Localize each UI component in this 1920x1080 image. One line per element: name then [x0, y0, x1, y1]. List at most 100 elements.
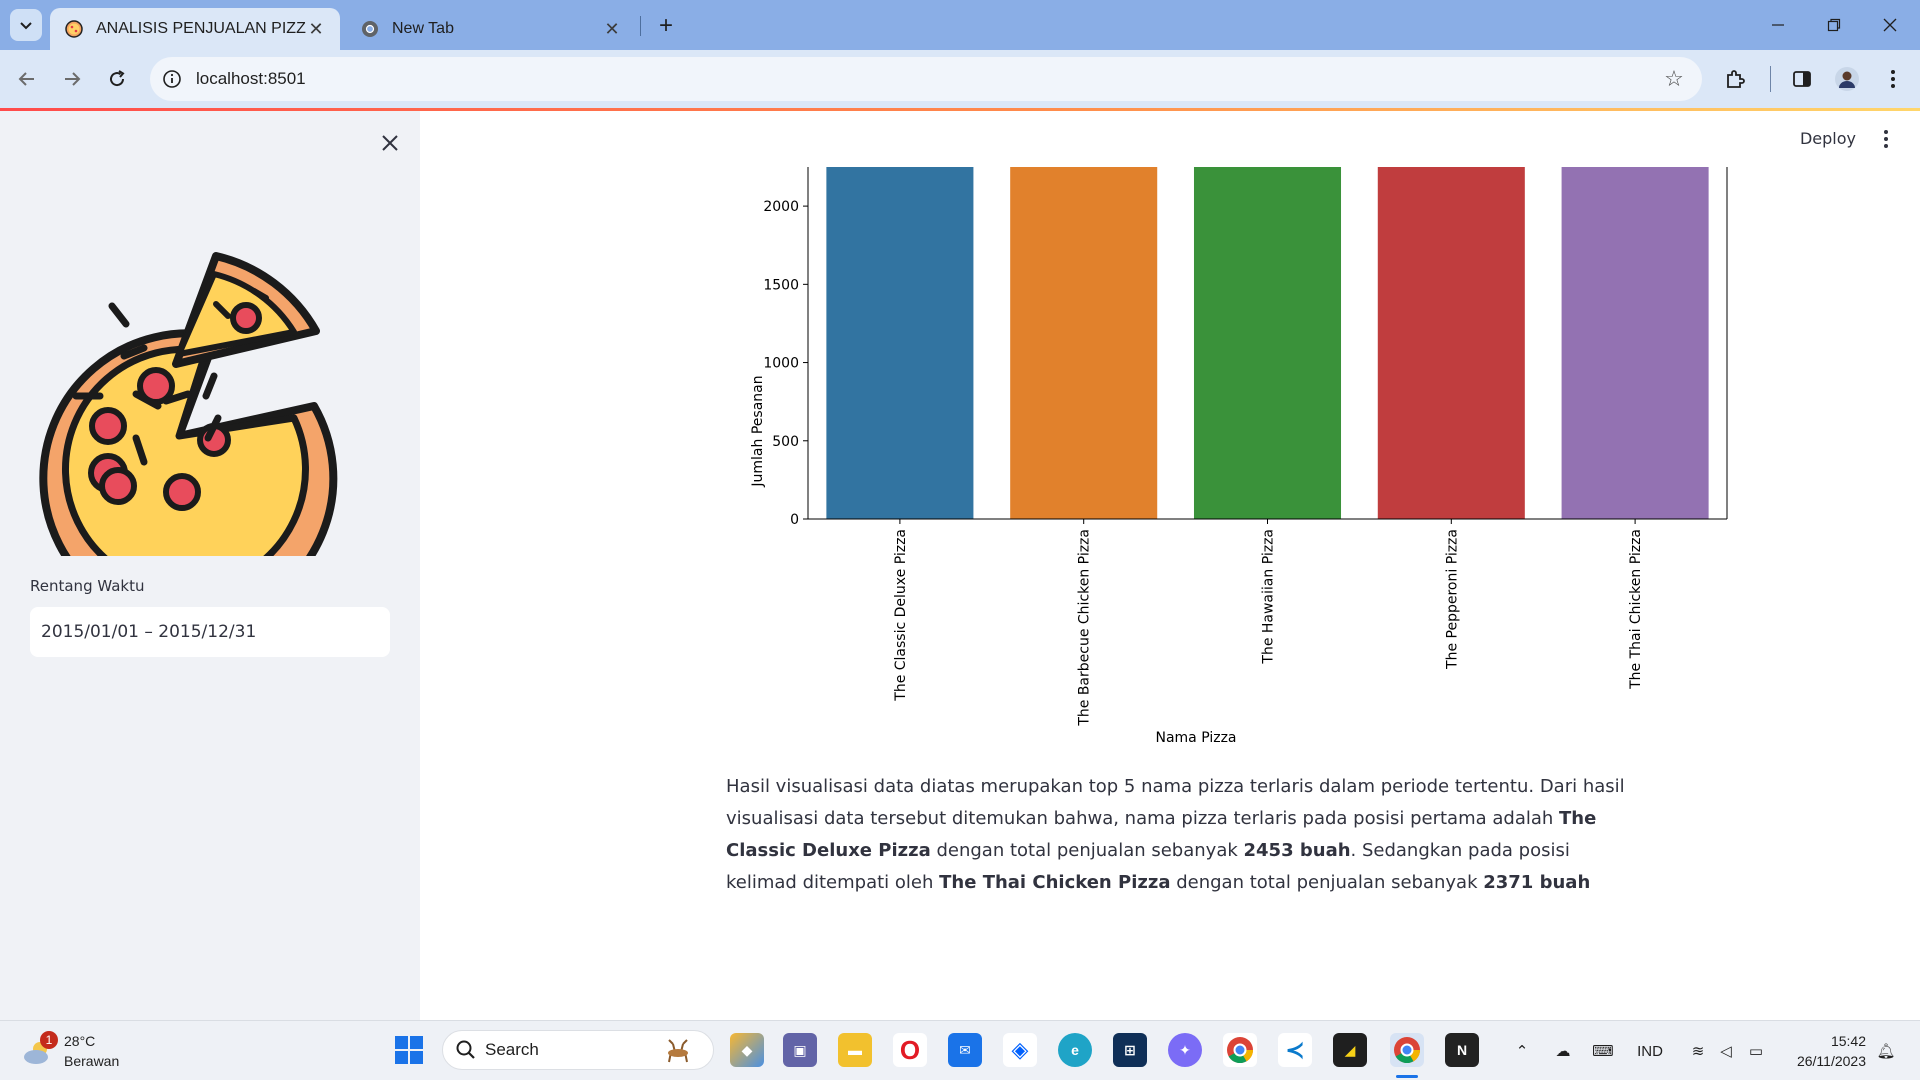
y-tick-label: 2000 [763, 199, 799, 215]
arrow-right-icon [65, 72, 81, 86]
deploy-button[interactable]: Deploy [1800, 129, 1856, 148]
sticky-notes-icon[interactable]: ◢ [1333, 1033, 1367, 1067]
tab-title: New Tab [392, 20, 454, 37]
tab-search-button[interactable] [10, 9, 42, 41]
vscode-icon[interactable]: ≺ [1278, 1033, 1312, 1067]
clock-time: 15:42 [1830, 1033, 1866, 1049]
arrow-left-icon [18, 72, 34, 86]
sidebar-close-button[interactable] [376, 129, 404, 157]
reload-button[interactable] [100, 62, 134, 96]
date-range-label: Rentang Waktu [30, 577, 145, 595]
onedrive-icon[interactable]: ☁ [1548, 1037, 1578, 1065]
tab-separator [640, 16, 641, 36]
y-tick-label: 1500 [763, 277, 799, 293]
site-info-icon[interactable] [150, 57, 194, 101]
weather-temp: 28°C [64, 1033, 96, 1049]
search-icon [456, 1040, 475, 1059]
x-tick-label: The Barbecue Chicken Pizza [1077, 529, 1093, 727]
copilot-pre-icon[interactable]: ◆ [730, 1033, 764, 1067]
main-content: Deploy 0 500 1000 1500 2000 The Classic Delu… [420, 111, 1920, 1020]
minimize-icon [1772, 24, 1784, 26]
pizza-logo-icon [39, 252, 338, 556]
description-paragraph: Hasil visualisasi data diatas merupakan … [726, 771, 1626, 899]
bar-chart: 0 500 1000 1500 2000 The Classic Deluxe Pizz… [750, 167, 1728, 746]
pizza-favicon-icon [64, 19, 84, 39]
notification-bell-icon[interactable]: 🔔︎ [1874, 1037, 1898, 1065]
taskbar-search-box[interactable]: Search [442, 1030, 714, 1070]
close-icon [1883, 18, 1897, 32]
dropbox-icon[interactable]: ◈ [1003, 1033, 1037, 1067]
back-button[interactable] [10, 62, 44, 96]
chrome-taskbar-icon[interactable] [1223, 1033, 1257, 1067]
volume-icon[interactable]: ◁ [1712, 1037, 1740, 1065]
forward-button[interactable] [55, 62, 89, 96]
chrome-icon [360, 19, 380, 39]
date-range-input[interactable]: 2015/01/01 – 2015/12/31 [30, 607, 390, 657]
battery-icon[interactable]: ▭ [1742, 1037, 1770, 1065]
show-hidden-icons-chevron-icon[interactable]: ⌃ [1508, 1037, 1536, 1065]
deer-highlight-icon [668, 1039, 688, 1063]
weather-widget[interactable]: 1 28°C Berawan [20, 1031, 130, 1071]
bar-the-barbecue-chicken-pizza [1010, 167, 1158, 519]
y-tick-label: 1000 [763, 356, 799, 372]
close-tab-icon[interactable]: ✕ [602, 19, 622, 39]
windows-start-icon[interactable] [394, 1035, 424, 1065]
address-bar[interactable]: localhost:8501 ☆ [150, 57, 1702, 101]
main-menu-icon[interactable] [1874, 127, 1898, 151]
mail-icon[interactable]: ✉ [948, 1033, 982, 1067]
browser-tab-strip: ANALISIS PENJUALAN PIZZA ✕ New Tab ✕ + [0, 0, 1920, 50]
x-tick-label: The Thai Chicken Pizza [1628, 529, 1644, 690]
tab-new-tab[interactable]: New Tab ✕ [346, 8, 636, 50]
side-panel-icon[interactable] [1785, 62, 1819, 96]
close-window-button[interactable] [1870, 8, 1910, 42]
app-icon[interactable]: ⊞ [1113, 1033, 1147, 1067]
bookmark-star-icon[interactable]: ☆ [1662, 66, 1686, 91]
x-tick-label: The Classic Deluxe Pizza [893, 529, 909, 702]
y-axis-label: Jumlah Pesanan [750, 375, 766, 487]
bar-the-hawaiian-pizza [1193, 167, 1342, 519]
description-bold: 2371 buah [1483, 872, 1591, 893]
description-text: Hasil visualisasi data diatas merupakan … [726, 776, 1625, 829]
windows-taskbar: 1 28°C Berawan Search ◆ ▣ ▬ O ✉ ◈ e ⊞ ✦ … [0, 1020, 1920, 1080]
x-axis-label: Nama Pizza [1155, 730, 1236, 746]
bar-the-pepperoni-pizza [1377, 167, 1525, 519]
chevron-down-icon [20, 22, 32, 30]
language-indicator[interactable]: IND [1628, 1037, 1672, 1065]
active-app-indicator [1396, 1075, 1418, 1078]
bar-the-classic-deluxe-pizza [826, 167, 974, 519]
wifi-icon[interactable]: ≋ [1684, 1037, 1712, 1065]
y-tick-label: 0 [790, 512, 799, 528]
y-tick-label: 500 [772, 434, 799, 450]
copilot-icon[interactable]: ✦ [1168, 1033, 1202, 1067]
toolbar-divider [1770, 66, 1771, 92]
teams-icon[interactable]: ▣ [783, 1033, 817, 1067]
weather-badge: 1 [40, 1031, 58, 1049]
close-icon [382, 135, 398, 151]
file-explorer-icon[interactable]: ▬ [838, 1033, 872, 1067]
sidebar: Rentang Waktu 2015/01/01 – 2015/12/31 [0, 111, 420, 1020]
description-bold: The Thai Chicken Pizza [939, 872, 1171, 893]
url-text[interactable]: localhost:8501 [196, 69, 306, 89]
close-tab-icon[interactable]: ✕ [306, 19, 326, 39]
system-clock[interactable]: 15:42 26/11/2023 [1797, 1031, 1866, 1071]
description-bold: 2453 buah [1243, 840, 1351, 861]
restore-icon [1827, 18, 1841, 32]
bar-the-thai-chicken-pizza [1561, 167, 1709, 519]
weather-condition: Berawan [64, 1053, 120, 1069]
profile-avatar[interactable] [1830, 62, 1864, 96]
notion-icon[interactable]: N [1445, 1033, 1479, 1067]
minimize-button[interactable] [1758, 8, 1798, 42]
keyboard-icon[interactable]: ⌨ [1588, 1037, 1618, 1065]
edge-icon[interactable]: e [1058, 1033, 1092, 1067]
browser-menu-icon[interactable] [1876, 62, 1910, 96]
opera-icon[interactable]: O [893, 1033, 927, 1067]
restore-button[interactable] [1814, 8, 1854, 42]
clock-date: 26/11/2023 [1796, 1053, 1866, 1069]
extensions-icon[interactable] [1718, 62, 1752, 96]
reload-icon [110, 70, 125, 87]
new-tab-button[interactable]: + [652, 12, 680, 40]
browser-toolbar: localhost:8501 ☆ [0, 50, 1920, 108]
chrome-profile-taskbar-icon[interactable] [1390, 1033, 1424, 1067]
tab-analisis[interactable]: ANALISIS PENJUALAN PIZZA ✕ [50, 8, 340, 50]
description-text: dengan total penjualan sebanyak [930, 840, 1244, 861]
